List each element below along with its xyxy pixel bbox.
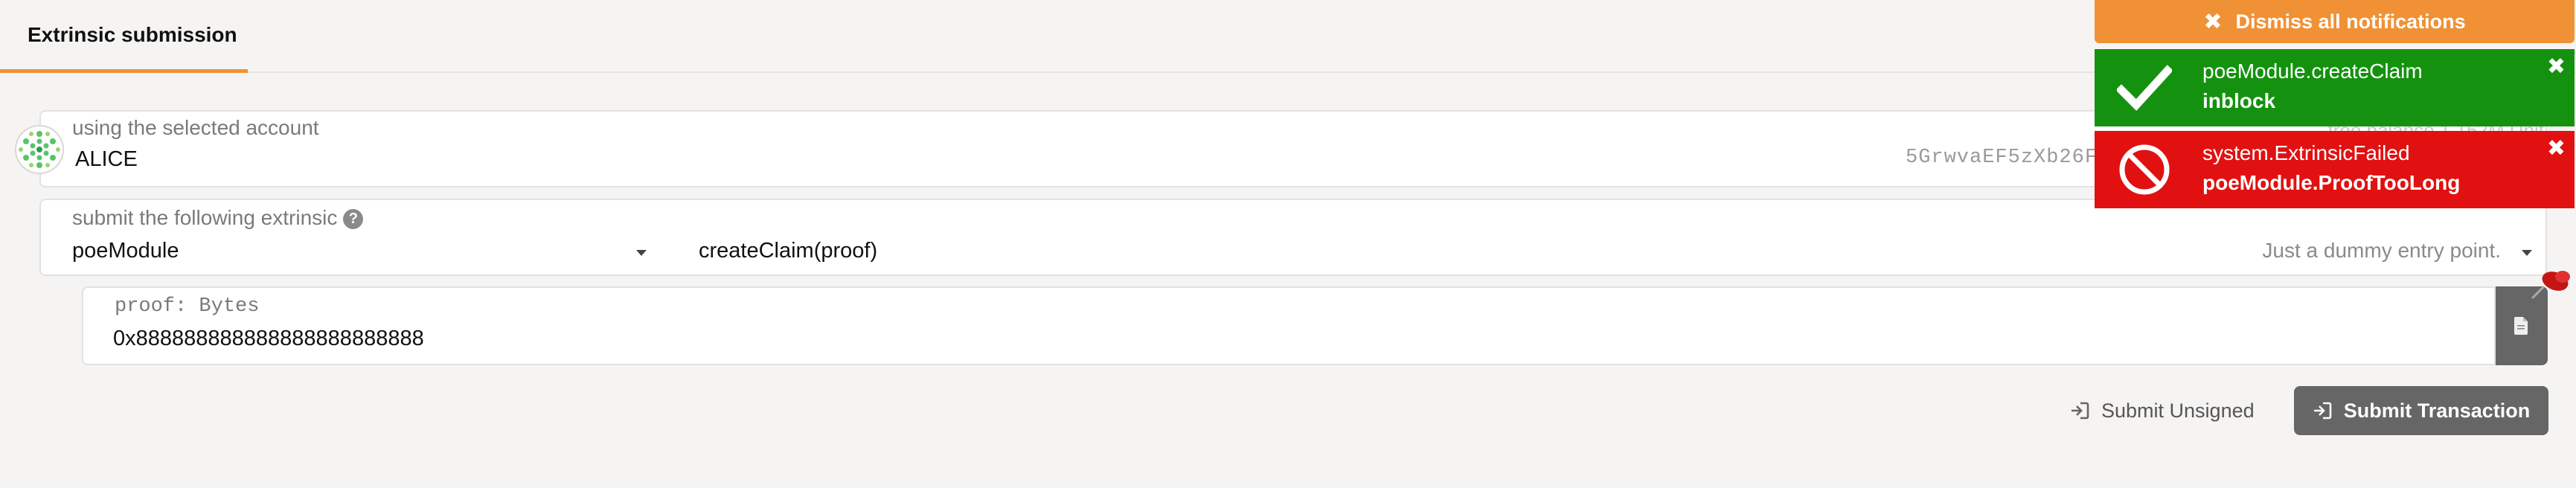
notification-status: poeModule.ProofTooLong bbox=[2202, 171, 2461, 194]
account-avatar-icon[interactable] bbox=[15, 125, 64, 174]
proof-label: proof: Bytes bbox=[115, 295, 260, 318]
submit-unsigned-button[interactable]: Submit Unsigned bbox=[2070, 386, 2263, 435]
proof-input[interactable]: proof: Bytes 0x888888888888888888888888 bbox=[82, 286, 2496, 365]
sign-in-icon bbox=[2070, 402, 2089, 420]
dismiss-all-notifications-button[interactable]: ✖ Dismiss all notifications bbox=[2095, 0, 2575, 43]
account-label: using the selected account bbox=[72, 116, 319, 139]
submit-unsigned-label: Submit Unsigned bbox=[2101, 399, 2255, 422]
submit-transaction-label: Submit Transaction bbox=[2343, 399, 2531, 422]
account-address: 5GrwvaEF5zXb26Fz bbox=[1906, 147, 2111, 169]
close-icon: ✖ bbox=[2203, 9, 2223, 34]
close-icon[interactable]: ✖ bbox=[2547, 54, 2566, 80]
ban-icon bbox=[2117, 142, 2172, 197]
sign-in-icon bbox=[2313, 402, 2332, 420]
notification-error: system.ExtrinsicFailed poeModule.ProofTo… bbox=[2095, 131, 2575, 208]
method-dropdown[interactable]: createClaim(proof) Just a dummy entry po… bbox=[651, 230, 2545, 274]
extrinsic-selector: submit the following extrinsic? poeModul… bbox=[39, 199, 2547, 276]
proof-value: 0x888888888888888888888888 bbox=[113, 327, 424, 350]
file-icon bbox=[2514, 317, 2528, 335]
account-name: ALICE bbox=[75, 147, 138, 171]
module-value: poeModule bbox=[72, 239, 179, 263]
method-description: Just a dummy entry point. bbox=[2262, 239, 2501, 262]
extrinsic-label-text: submit the following extrinsic bbox=[72, 206, 338, 229]
method-value: createClaim(proof) bbox=[699, 239, 878, 263]
help-icon[interactable]: ? bbox=[343, 209, 364, 229]
notification-status: inblock bbox=[2202, 89, 2276, 112]
chevron-down-icon bbox=[636, 250, 647, 256]
tab-extrinsic-submission[interactable]: Extrinsic submission bbox=[0, 0, 248, 73]
checkmark-icon bbox=[2115, 60, 2173, 115]
extrinsic-label: submit the following extrinsic? bbox=[72, 206, 364, 230]
notification-success: poeModule.createClaim inblock ✖ bbox=[2095, 49, 2575, 126]
notification-title: poeModule.createClaim bbox=[2202, 60, 2423, 83]
tab-label: Extrinsic submission bbox=[28, 22, 237, 46]
notification-title: system.ExtrinsicFailed bbox=[2202, 141, 2410, 164]
close-icon[interactable]: ✖ bbox=[2547, 135, 2566, 161]
dismiss-all-label: Dismiss all notifications bbox=[2235, 10, 2466, 33]
module-dropdown[interactable]: poeModule bbox=[41, 230, 651, 274]
submit-transaction-button[interactable]: Submit Transaction bbox=[2294, 386, 2548, 435]
chevron-down-icon bbox=[2522, 250, 2532, 256]
pushpin-icon bbox=[2528, 265, 2576, 302]
